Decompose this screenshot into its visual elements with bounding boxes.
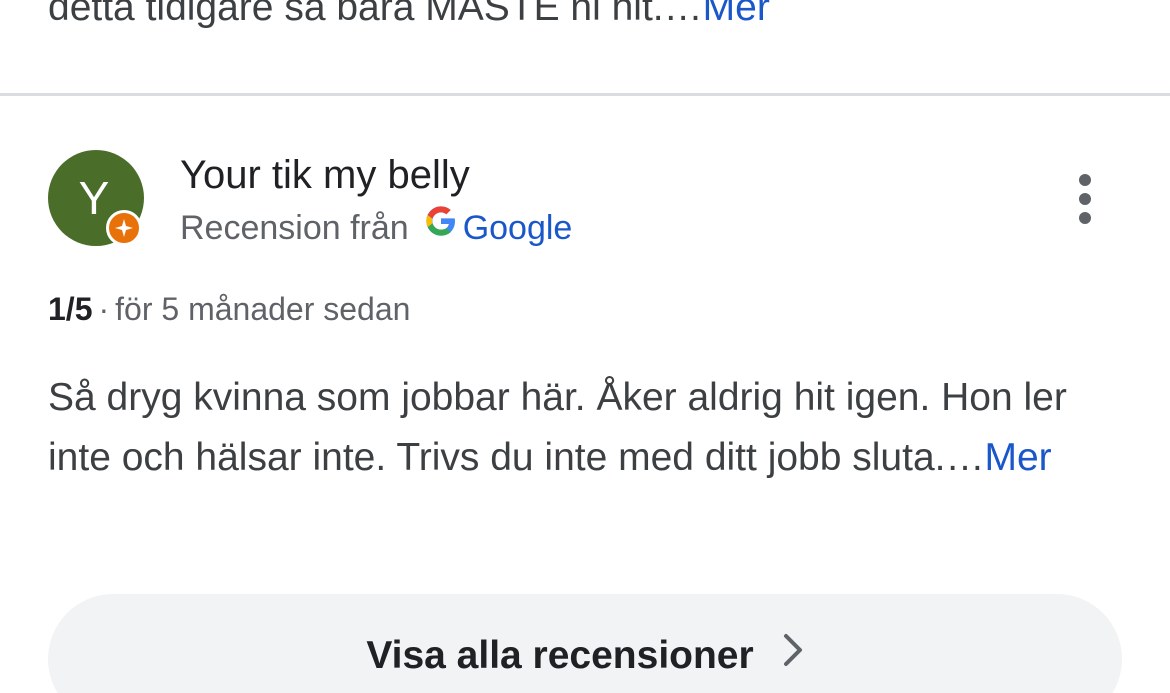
all-reviews-label: Visa alla recensioner	[366, 634, 754, 677]
review-source: Recension från Google	[180, 205, 572, 253]
avatar-letter: Y	[78, 172, 110, 224]
local-guide-badge-icon	[106, 210, 142, 246]
previous-review-more-link[interactable]: Mer	[703, 0, 770, 29]
review-meta: 1/5 · för 5 månader sedan	[48, 287, 410, 331]
review-body: Så dryg kvinna som jobbar här. Åker aldr…	[48, 368, 1128, 488]
reviewer-name[interactable]: Your tik my belly	[180, 150, 470, 200]
review-text: Så dryg kvinna som jobbar här. Åker aldr…	[48, 376, 1067, 479]
previous-review-text: detta tidigare så bara MÅSTE ni hit.…Mer	[48, 0, 1128, 38]
meta-separator: ·	[98, 291, 110, 327]
google-g-icon	[425, 203, 457, 249]
all-reviews-button[interactable]: Visa alla recensioner	[48, 594, 1122, 693]
more-options-icon[interactable]	[1062, 166, 1110, 232]
review-divider	[0, 93, 1170, 96]
review-rating: 1/5	[48, 291, 93, 327]
review-more-link[interactable]: Mer	[984, 436, 1051, 479]
review-time: för 5 månader sedan	[115, 291, 411, 327]
review-source-link[interactable]: Google	[463, 209, 573, 247]
review-source-prefix: Recension från	[180, 209, 409, 247]
previous-review-snippet: detta tidigare så bara MÅSTE ni hit.…	[48, 0, 703, 29]
review-panel: detta tidigare så bara MÅSTE ni hit.…Mer…	[0, 0, 1170, 693]
chevron-right-icon	[782, 629, 804, 681]
